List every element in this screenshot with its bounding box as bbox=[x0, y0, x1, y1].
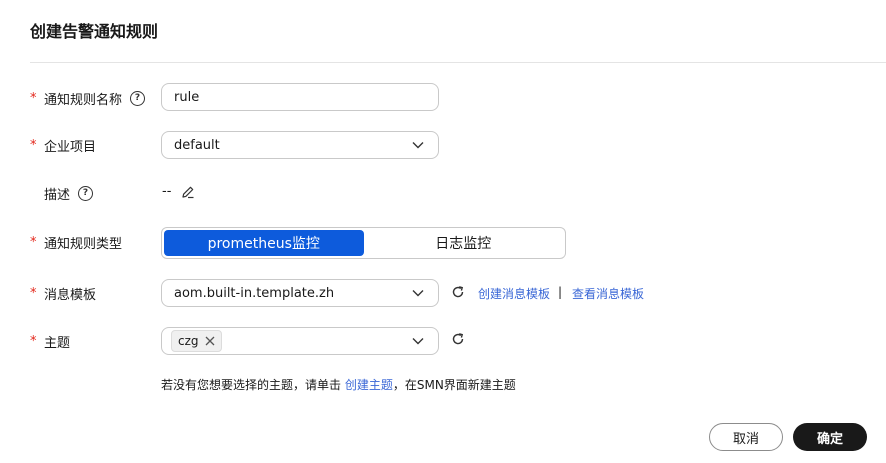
enterprise-project-value: default bbox=[174, 137, 220, 153]
enterprise-project-label: 企业项目 bbox=[44, 139, 97, 155]
description-label-row: 描述 ? bbox=[30, 179, 94, 207]
topic-hint: 若没有您想要选择的主题，请单击 创建主题，在SMN界面新建主题 bbox=[161, 376, 516, 393]
topic-label-row: * 主题 bbox=[30, 327, 70, 355]
topic-label: 主题 bbox=[44, 335, 71, 351]
confirm-button[interactable]: 确定 bbox=[793, 423, 867, 451]
topic-tag: czg bbox=[171, 330, 222, 352]
required-star: * bbox=[30, 90, 37, 106]
close-icon[interactable] bbox=[205, 336, 215, 346]
title-divider bbox=[30, 62, 886, 63]
topic-multiselect[interactable]: czg bbox=[161, 327, 439, 355]
message-template-value: aom.built-in.template.zh bbox=[174, 285, 335, 301]
view-template-link[interactable]: 查看消息模板 bbox=[572, 285, 644, 302]
link-separator: | bbox=[558, 285, 563, 299]
message-template-label: 消息模板 bbox=[44, 287, 97, 303]
rule-type-label-row: * 通知规则类型 bbox=[30, 228, 122, 256]
help-icon[interactable]: ? bbox=[130, 90, 146, 106]
rule-type-option-log[interactable]: 日志监控 bbox=[364, 230, 564, 256]
rule-type-label: 通知规则类型 bbox=[44, 236, 123, 252]
required-star: * bbox=[30, 333, 37, 349]
rule-name-label: 通知规则名称 bbox=[44, 92, 123, 108]
chevron-down-icon bbox=[412, 290, 424, 297]
help-icon[interactable]: ? bbox=[78, 185, 94, 201]
cancel-button[interactable]: 取消 bbox=[709, 423, 783, 451]
rule-name-label-row: * 通知规则名称 ? bbox=[30, 84, 146, 112]
topic-hint-prefix: 若没有您想要选择的主题，请单击 bbox=[161, 378, 345, 392]
create-template-link[interactable]: 创建消息模板 bbox=[478, 285, 550, 302]
required-star: * bbox=[30, 234, 37, 250]
create-topic-link[interactable]: 创建主题 bbox=[345, 378, 393, 392]
message-template-select[interactable]: aom.built-in.template.zh bbox=[161, 279, 439, 307]
edit-icon[interactable] bbox=[181, 185, 195, 199]
refresh-icon[interactable] bbox=[451, 285, 465, 299]
chevron-down-icon bbox=[412, 338, 424, 345]
description-value: -- bbox=[162, 184, 172, 199]
rule-type-option-prometheus[interactable]: prometheus监控 bbox=[164, 230, 364, 256]
description-value-row: -- bbox=[162, 184, 195, 199]
rule-name-input[interactable] bbox=[174, 89, 426, 105]
enterprise-project-label-row: * 企业项目 bbox=[30, 131, 96, 159]
topic-hint-suffix: ，在SMN界面新建主题 bbox=[392, 378, 516, 392]
enterprise-project-select[interactable]: default bbox=[161, 131, 439, 159]
required-star: * bbox=[30, 285, 37, 301]
refresh-icon[interactable] bbox=[451, 332, 465, 346]
chevron-down-icon bbox=[412, 142, 424, 149]
rule-type-segmented-control: prometheus监控 日志监控 bbox=[161, 227, 566, 259]
required-star: * bbox=[30, 137, 37, 153]
description-label: 描述 bbox=[44, 187, 71, 203]
dialog-title: 创建告警通知规则 bbox=[30, 22, 159, 41]
rule-name-field[interactable] bbox=[161, 83, 439, 111]
topic-tag-label: czg bbox=[178, 334, 199, 348]
message-template-label-row: * 消息模板 bbox=[30, 279, 96, 307]
